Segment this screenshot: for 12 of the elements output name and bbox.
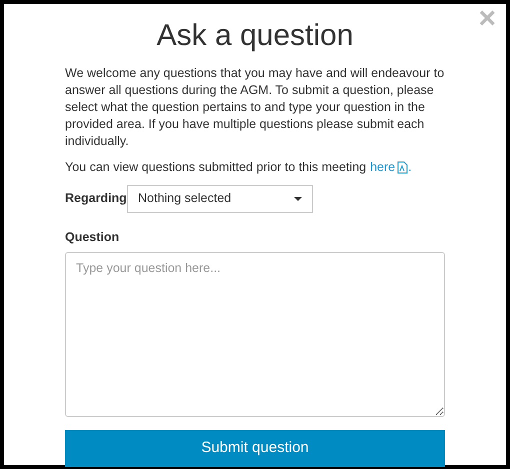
regarding-label: Regarding — [65, 190, 127, 208]
pdf-icon — [397, 160, 408, 174]
submit-button[interactable]: Submit question — [65, 430, 445, 466]
period-text: . — [408, 159, 412, 176]
question-field[interactable]: Type your question here... — [65, 252, 445, 416]
here-link[interactable]: here — [370, 158, 396, 177]
question-label: Question — [65, 228, 120, 246]
regarding-dropdown[interactable]: Nothing selected — [127, 184, 313, 213]
caret-icon — [294, 196, 302, 201]
prior-questions-text: You can view questions submitted prior to this meeting — [65, 159, 366, 176]
intro-paragraph: We welcome any questions that you may have and will endeavour to answer all questions during the AGM. To submit a question, please select what the question pertains to and type your question in the provided area. If you have multiple questions please submit each individually. — [65, 65, 445, 150]
dialog-title: Ask a question — [156, 18, 354, 54]
